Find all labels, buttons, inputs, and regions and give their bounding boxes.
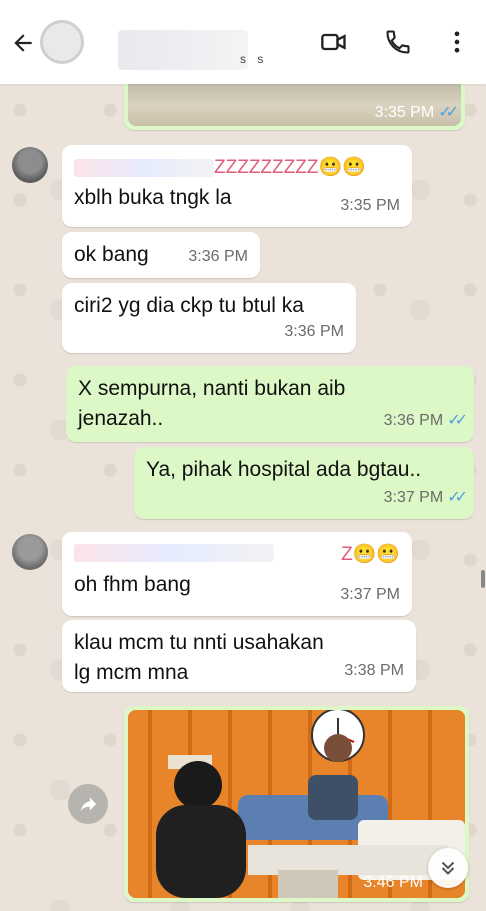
incoming-message[interactable]: ZZZZZZZZZ😬😬 xblh buka tngk la 3:35 PM bbox=[62, 145, 412, 227]
voice-call-icon[interactable] bbox=[384, 28, 412, 56]
sender-name-redacted bbox=[74, 544, 274, 562]
photo-illustration bbox=[128, 710, 465, 898]
scrollbar[interactable] bbox=[481, 570, 485, 588]
message-meta: 3:37 PM ✓✓ bbox=[383, 483, 468, 513]
read-ticks-icon: ✓✓ bbox=[447, 412, 468, 429]
forward-button[interactable] bbox=[68, 784, 108, 824]
sender-avatar[interactable] bbox=[12, 534, 48, 570]
incoming-message[interactable]: ciri2 yg dia ckp tu btul ka 3:36 PM bbox=[62, 283, 356, 353]
more-vert-icon[interactable] bbox=[443, 28, 471, 56]
message-meta: 3:36 PM ✓✓ bbox=[383, 406, 468, 436]
back-arrow-icon[interactable] bbox=[10, 30, 36, 56]
incoming-message[interactable]: klau mcm tu nnti usahakan lg mcm mna 3:3… bbox=[62, 620, 416, 692]
message-time: 3:46 PM bbox=[363, 874, 423, 891]
message-time: 3:37 PM bbox=[340, 586, 400, 603]
outgoing-image-message[interactable]: 3:46 PM bbox=[124, 706, 469, 902]
message-time: 3:36 PM bbox=[284, 323, 344, 340]
sender-name[interactable]: ZZZZZZZZZ😬😬 bbox=[74, 153, 400, 183]
hospital-room-photo[interactable]: 3:46 PM bbox=[128, 710, 465, 898]
sender-name[interactable]: Z😬😬 bbox=[74, 540, 400, 570]
contact-status: s s bbox=[240, 52, 268, 66]
outgoing-message[interactable]: X sempurna, nanti bukan aib jenazah.. 3:… bbox=[66, 366, 474, 442]
contact-name-redacted[interactable] bbox=[118, 30, 248, 70]
read-ticks-icon: ✓✓ bbox=[447, 489, 468, 506]
contact-avatar[interactable] bbox=[40, 20, 84, 64]
message-time: 3:36 PM bbox=[383, 412, 444, 429]
chat-header: s s bbox=[0, 0, 486, 84]
double-chevron-down-icon bbox=[441, 861, 455, 875]
read-ticks-icon: ✓✓ bbox=[438, 104, 459, 121]
incoming-message[interactable]: ok bang 3:36 PM bbox=[62, 232, 260, 278]
outgoing-message[interactable]: Ya, pihak hospital ada bgtau.. 3:37 PM ✓✓ bbox=[134, 447, 474, 519]
message-time: 3:37 PM bbox=[383, 489, 444, 506]
message-time: 3:36 PM bbox=[188, 248, 248, 265]
message-time: 3:35 PM bbox=[374, 104, 435, 121]
sender-name-redacted bbox=[74, 158, 214, 177]
message-text: Ya, pihak hospital ada bgtau.. bbox=[146, 458, 422, 481]
video-call-icon[interactable] bbox=[320, 28, 348, 56]
forward-icon bbox=[80, 797, 97, 812]
scroll-to-bottom-button[interactable] bbox=[428, 848, 468, 888]
incoming-message[interactable]: Z😬😬 oh fhm bang 3:37 PM bbox=[62, 532, 412, 616]
message-time: 3:35 PM bbox=[340, 197, 400, 214]
sender-avatar[interactable] bbox=[12, 147, 48, 183]
message-time: 3:38 PM bbox=[344, 662, 404, 679]
